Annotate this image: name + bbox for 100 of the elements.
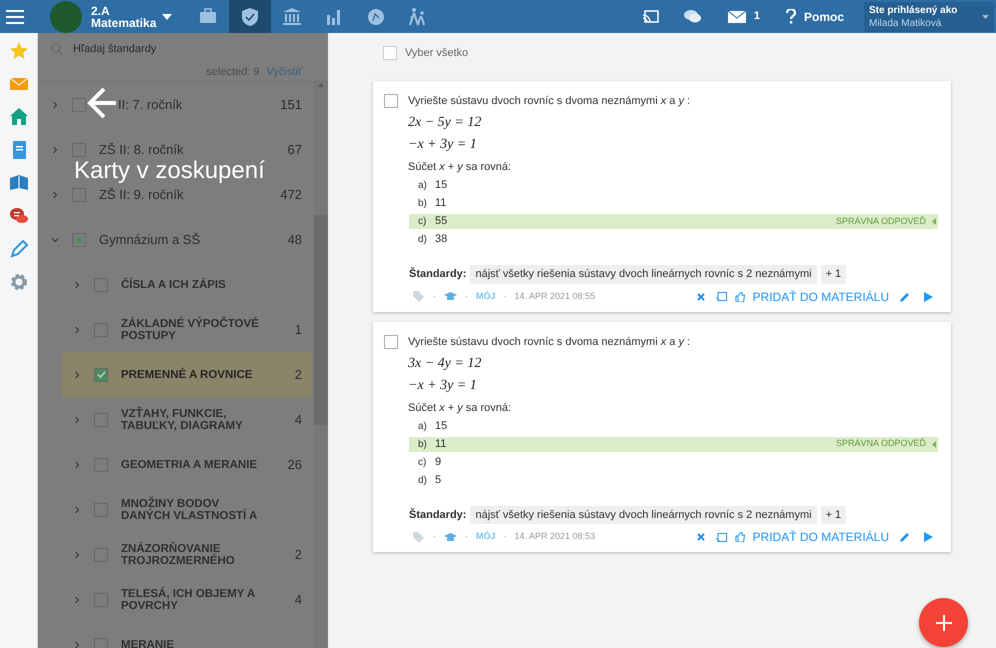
tree-item[interactable]: ZŠ II: 9. ročník	[99, 184, 280, 204]
gear-icon[interactable]	[8, 272, 28, 292]
add-to-material-button[interactable]: PRIDAŤ DO MATERIÁLU	[752, 528, 889, 546]
tree-item[interactable]: II: 7. ročník	[99, 94, 280, 114]
scroll-up-icon[interactable]	[318, 83, 324, 87]
chevron-right-icon[interactable]	[74, 372, 80, 378]
item-count: 2	[294, 366, 302, 384]
checkbox[interactable]	[94, 368, 108, 382]
item-count: 67	[288, 140, 302, 159]
checkbox[interactable]	[72, 98, 86, 112]
option-letter: a)	[418, 420, 428, 434]
user-name: Milada Matiková	[869, 16, 942, 30]
separator-dot: ·	[504, 290, 507, 303]
graduation-cap-icon[interactable]	[444, 532, 457, 542]
caret-icon[interactable]	[162, 14, 172, 20]
option-letter: b)	[418, 438, 428, 452]
chevron-right-icon[interactable]	[74, 596, 80, 602]
mail-icon[interactable]	[728, 10, 746, 22]
option-text: 5	[435, 472, 442, 488]
tree-item[interactable]: GEOMETRIA A MERANIE	[121, 458, 271, 470]
cast-icon[interactable]	[716, 292, 727, 301]
graduation-cap-icon[interactable]	[444, 292, 457, 301]
menu-icon[interactable]	[6, 10, 24, 24]
standard-tag[interactable]: + 1	[820, 265, 846, 284]
option-letter: c)	[418, 215, 428, 229]
add-to-material-button[interactable]: PRIDAŤ DO MATERIÁLU	[752, 288, 889, 306]
class-name: 2.A	[91, 4, 111, 16]
equation: −x + 3y = 1	[408, 378, 478, 394]
tree-item[interactable]: TELESÁ, ICH OBJEMY A POVRCHY	[121, 588, 271, 612]
chevron-down-icon[interactable]	[52, 236, 58, 242]
chevron-right-icon[interactable]	[52, 102, 58, 108]
add-button[interactable]	[919, 598, 968, 647]
chevron-right-icon[interactable]	[52, 146, 58, 152]
help-icon	[786, 9, 796, 24]
thumbs-up-icon[interactable]	[734, 292, 745, 302]
option-letter: c)	[418, 456, 428, 470]
checkbox[interactable]	[384, 334, 398, 348]
chevron-right-icon[interactable]	[74, 552, 80, 558]
prompt-text: Súčet x + y sa rovná:	[408, 400, 512, 416]
standard-tag[interactable]: nájsť všetky riešenia sústavy dvoch lineárnych rovníc s 2 neznámymi	[470, 506, 817, 524]
chat-icon[interactable]	[684, 9, 702, 24]
owner-label: MÔJ	[476, 290, 496, 303]
standard-tag[interactable]: nájsť všetky riešenia sústavy dvoch lineárnych rovníc s 2 neznámymi	[470, 265, 817, 284]
tree-item[interactable]: VZŤAHY, FUNKCIE, TABUĽKY, DIAGRAMY	[121, 408, 271, 432]
tree-item[interactable]: MNOŽINY BODOV DANÝCH VLASTNOSTÍ A	[121, 498, 271, 522]
play-icon[interactable]	[924, 532, 933, 542]
plus-icon	[936, 614, 952, 630]
tree-item[interactable]: PREMENNÉ A ROVNICE	[121, 368, 271, 380]
cast-icon[interactable]	[716, 532, 727, 542]
tree-item[interactable]: ZÁKLADNÉ VÝPOČTOVÉ POSTUPY	[121, 318, 271, 342]
item-count: 4	[294, 590, 302, 609]
tree-item[interactable]: ZNÁZORŇOVANIE TROJROZMERNÉHO	[121, 542, 271, 566]
house-icon[interactable]	[8, 107, 28, 127]
star-icon[interactable]	[8, 41, 28, 61]
option-letter: d)	[418, 233, 428, 247]
caret-icon	[982, 14, 989, 18]
item-count: 1	[294, 320, 302, 339]
option-text: 15	[435, 418, 448, 434]
tree-row-highlight[interactable]: PREMENNÉ A ROVNICE 2	[62, 352, 312, 397]
chevron-right-icon[interactable]	[74, 326, 80, 332]
standard-tag[interactable]: + 1	[820, 506, 846, 524]
speech-bubbles-icon[interactable]	[8, 206, 28, 226]
chevron-right-icon[interactable]	[74, 642, 80, 648]
tree-item[interactable]: Gymnázium a SŠ	[99, 230, 288, 250]
tree-item[interactable]: MERANIE	[121, 638, 271, 648]
scrollbar-thumb[interactable]	[314, 215, 328, 425]
select-all-label[interactable]: Vyber všetko	[405, 44, 468, 62]
search-field[interactable]: Hľadaj štandardy	[73, 40, 328, 58]
play-icon[interactable]	[924, 292, 933, 302]
chevron-right-icon[interactable]	[74, 282, 80, 288]
item-count: 48	[288, 230, 302, 249]
subject-name: Matematika	[91, 16, 156, 28]
owner-label: MÔJ	[476, 530, 496, 544]
separator-dot: ·	[465, 530, 468, 544]
close-icon[interactable]	[696, 533, 705, 541]
separator-dot: ·	[433, 290, 436, 303]
thumbs-up-icon[interactable]	[734, 532, 745, 542]
close-icon[interactable]	[696, 292, 705, 300]
back-arrow-icon[interactable]	[87, 86, 117, 120]
user-menu[interactable]: Ste prihlásený ako Milada Matiková	[864, 2, 994, 32]
open-book-icon[interactable]	[8, 173, 28, 193]
separator-dot: ·	[504, 530, 507, 544]
option-text: 9	[435, 454, 442, 470]
pencil-icon[interactable]	[900, 292, 910, 302]
tree-item[interactable]: ZŠ II: 8. ročník	[99, 140, 288, 160]
triangle-left-icon	[932, 218, 936, 225]
help-link[interactable]: Pomoc	[786, 8, 844, 26]
chevron-right-icon[interactable]	[74, 462, 80, 468]
checkbox[interactable]	[384, 94, 398, 108]
equation: 3x − 4y = 12	[408, 356, 482, 372]
pencil-icon[interactable]	[900, 532, 910, 542]
chevron-right-icon[interactable]	[52, 192, 58, 198]
checkbox[interactable]	[72, 232, 86, 246]
tree-item[interactable]: ČÍSLA A ICH ZÁPIS	[121, 278, 271, 290]
nav-tab[interactable]	[229, 0, 272, 33]
chevron-right-icon[interactable]	[74, 416, 80, 422]
correct-answer-label: SPRÁVNA ODPOVEĎ	[836, 437, 926, 450]
pencil-icon[interactable]	[8, 239, 28, 259]
help-label: Pomoc	[804, 8, 844, 26]
chevron-right-icon[interactable]	[74, 506, 80, 512]
